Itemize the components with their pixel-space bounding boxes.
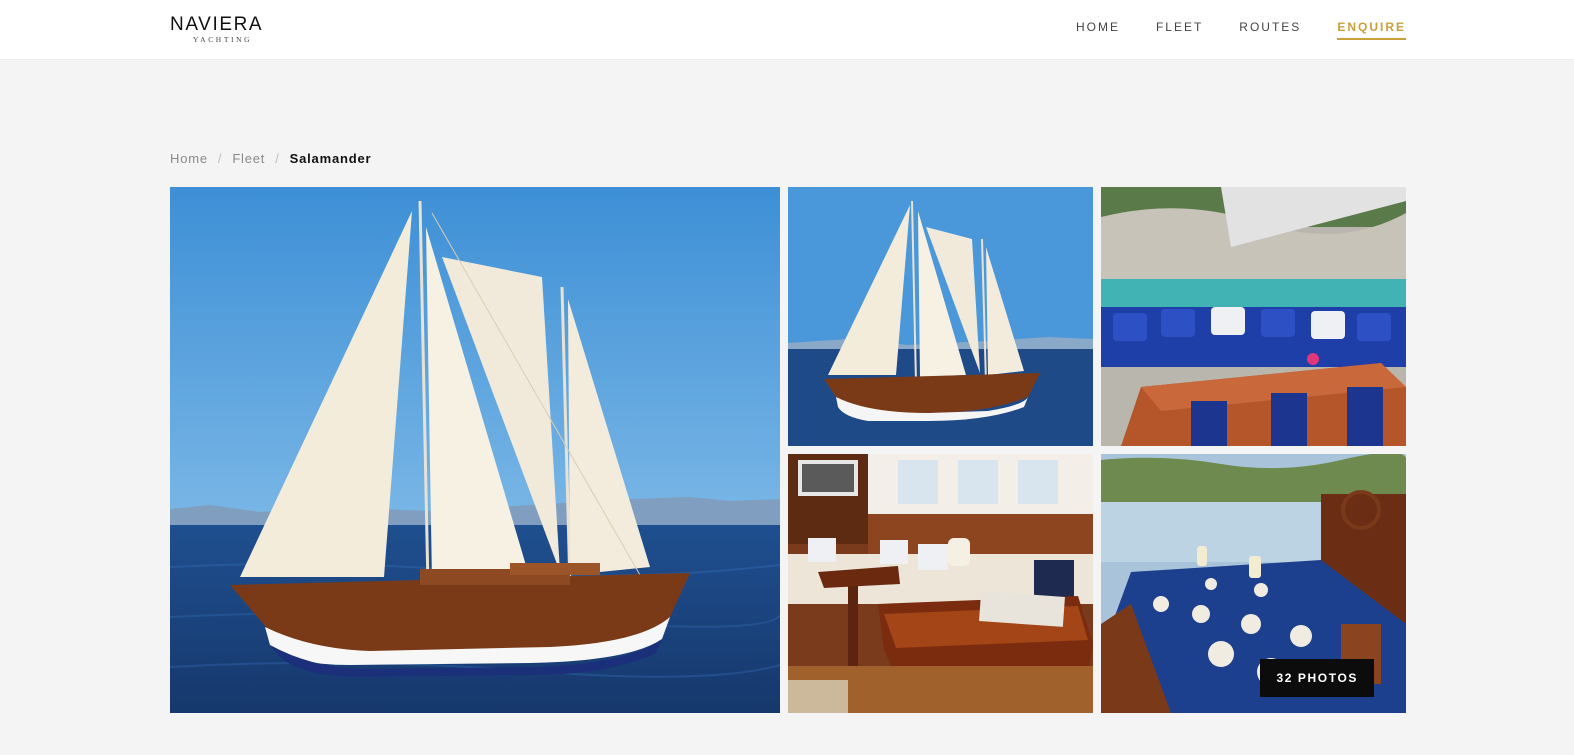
site-header: NAVIERA YACHTING HOME FLEET ROUTES ENQUI…	[0, 0, 1574, 60]
breadcrumb-home[interactable]: Home	[170, 152, 208, 166]
nav-fleet[interactable]: FLEET	[1156, 20, 1203, 40]
sailing-yacht-image	[170, 187, 780, 713]
nav-routes[interactable]: ROUTES	[1239, 20, 1301, 40]
gallery-photo-main[interactable]	[170, 187, 780, 713]
breadcrumb-separator: /	[217, 151, 223, 166]
gallery-photo-2[interactable]	[788, 187, 1093, 446]
nav-enquire[interactable]: ENQUIRE	[1337, 20, 1406, 40]
breadcrumb-fleet[interactable]: Fleet	[232, 152, 265, 166]
sailing-yacht-distance-image	[788, 187, 1093, 446]
gallery-photo-5[interactable]: 32 PHOTOS	[1101, 454, 1406, 713]
gallery-photo-4[interactable]	[788, 454, 1093, 713]
brand-name: NAVIERA	[170, 14, 264, 35]
photo-gallery: 32 PHOTOS	[170, 187, 1406, 713]
deck-lounge-image	[1101, 187, 1406, 446]
saloon-interior-image	[788, 454, 1093, 713]
gallery-photo-3[interactable]	[1101, 187, 1406, 446]
brand-logo[interactable]: NAVIERA YACHTING	[170, 14, 280, 46]
breadcrumb: Home / Fleet / Salamander	[170, 152, 371, 166]
brand-tagline: YACHTING	[193, 35, 253, 44]
breadcrumb-current: Salamander	[289, 151, 372, 166]
breadcrumb-separator: /	[275, 151, 280, 166]
main-nav: HOME FLEET ROUTES ENQUIRE	[1076, 20, 1406, 40]
nav-home[interactable]: HOME	[1076, 20, 1120, 40]
photos-count-button[interactable]: 32 PHOTOS	[1260, 659, 1374, 697]
